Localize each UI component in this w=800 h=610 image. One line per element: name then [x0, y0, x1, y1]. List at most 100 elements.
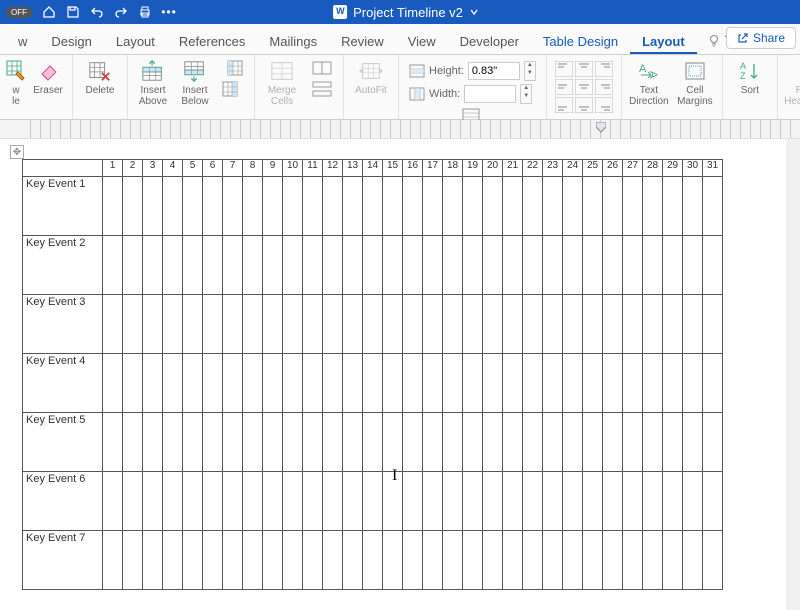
day-cell[interactable] — [503, 413, 523, 472]
day-cell[interactable] — [523, 354, 543, 413]
day-cell[interactable] — [523, 413, 543, 472]
day-header[interactable]: 23 — [543, 160, 563, 177]
delete-button[interactable]: Delete — [79, 59, 121, 96]
day-cell[interactable] — [543, 413, 563, 472]
day-cell[interactable] — [683, 236, 703, 295]
day-cell[interactable] — [603, 354, 623, 413]
day-cell[interactable] — [423, 472, 443, 531]
day-header[interactable]: 24 — [563, 160, 583, 177]
day-cell[interactable] — [463, 295, 483, 354]
day-cell[interactable] — [523, 531, 543, 590]
day-cell[interactable] — [423, 531, 443, 590]
split-cells-button[interactable] — [311, 59, 333, 77]
day-cell[interactable] — [183, 236, 203, 295]
day-cell[interactable] — [603, 472, 623, 531]
day-cell[interactable] — [183, 531, 203, 590]
day-cell[interactable] — [443, 413, 463, 472]
day-cell[interactable] — [543, 236, 563, 295]
day-cell[interactable] — [223, 236, 243, 295]
day-header[interactable]: 7 — [223, 160, 243, 177]
sort-button[interactable]: AZ Sort — [729, 59, 771, 96]
day-cell[interactable] — [163, 531, 183, 590]
event-label-cell[interactable]: Key Event 7 — [23, 531, 103, 590]
day-cell[interactable] — [223, 295, 243, 354]
day-cell[interactable] — [483, 236, 503, 295]
day-header[interactable]: 31 — [703, 160, 723, 177]
day-header[interactable]: 19 — [463, 160, 483, 177]
day-cell[interactable] — [483, 472, 503, 531]
autofit-button[interactable]: AutoFit — [350, 59, 392, 96]
day-cell[interactable] — [163, 354, 183, 413]
day-cell[interactable] — [363, 354, 383, 413]
day-cell[interactable] — [143, 413, 163, 472]
day-cell[interactable] — [123, 413, 143, 472]
day-cell[interactable] — [703, 295, 723, 354]
day-header[interactable]: 4 — [163, 160, 183, 177]
day-cell[interactable] — [163, 177, 183, 236]
tab-layout[interactable]: Layout — [104, 28, 167, 54]
day-cell[interactable] — [243, 531, 263, 590]
day-cell[interactable] — [323, 236, 343, 295]
day-cell[interactable] — [343, 236, 363, 295]
day-cell[interactable] — [443, 354, 463, 413]
day-cell[interactable] — [643, 413, 663, 472]
day-cell[interactable] — [303, 295, 323, 354]
day-cell[interactable] — [363, 531, 383, 590]
day-cell[interactable] — [563, 472, 583, 531]
day-cell[interactable] — [223, 531, 243, 590]
day-cell[interactable] — [443, 295, 463, 354]
day-cell[interactable] — [603, 295, 623, 354]
table-move-handle[interactable]: ✥ — [10, 145, 24, 159]
day-cell[interactable] — [663, 413, 683, 472]
day-cell[interactable] — [443, 531, 463, 590]
day-cell[interactable] — [363, 413, 383, 472]
day-cell[interactable] — [303, 177, 323, 236]
day-header[interactable]: 27 — [623, 160, 643, 177]
day-cell[interactable] — [123, 295, 143, 354]
day-cell[interactable] — [583, 236, 603, 295]
day-cell[interactable] — [623, 531, 643, 590]
day-cell[interactable] — [663, 177, 683, 236]
day-cell[interactable] — [483, 295, 503, 354]
print-icon[interactable] — [138, 5, 152, 19]
day-cell[interactable] — [623, 177, 643, 236]
height-input[interactable] — [468, 62, 520, 80]
day-cell[interactable] — [403, 354, 423, 413]
day-cell[interactable] — [683, 354, 703, 413]
day-cell[interactable] — [283, 177, 303, 236]
day-cell[interactable] — [603, 177, 623, 236]
day-cell[interactable] — [543, 295, 563, 354]
day-cell[interactable] — [103, 472, 123, 531]
home-icon[interactable] — [42, 5, 56, 19]
day-cell[interactable] — [523, 295, 543, 354]
day-header[interactable]: 12 — [323, 160, 343, 177]
day-cell[interactable] — [483, 354, 503, 413]
day-cell[interactable] — [403, 236, 423, 295]
day-cell[interactable] — [123, 177, 143, 236]
day-header[interactable]: 14 — [363, 160, 383, 177]
day-cell[interactable] — [103, 295, 123, 354]
day-cell[interactable] — [123, 472, 143, 531]
day-cell[interactable] — [283, 295, 303, 354]
day-cell[interactable] — [323, 354, 343, 413]
day-cell[interactable] — [383, 236, 403, 295]
day-cell[interactable] — [403, 413, 423, 472]
height-spinner[interactable]: ▲▼ — [524, 61, 536, 81]
day-cell[interactable] — [143, 295, 163, 354]
day-cell[interactable] — [543, 472, 563, 531]
day-cell[interactable] — [203, 295, 223, 354]
day-cell[interactable] — [703, 354, 723, 413]
day-cell[interactable] — [463, 472, 483, 531]
day-cell[interactable] — [623, 236, 643, 295]
day-cell[interactable] — [243, 472, 263, 531]
day-cell[interactable] — [223, 177, 243, 236]
day-header[interactable]: 20 — [483, 160, 503, 177]
day-header[interactable]: 18 — [443, 160, 463, 177]
day-cell[interactable] — [303, 472, 323, 531]
day-cell[interactable] — [503, 295, 523, 354]
day-cell[interactable] — [143, 236, 163, 295]
repeat-header-button[interactable]: Repeat Header Row — [784, 59, 800, 107]
save-icon[interactable] — [66, 5, 80, 19]
tab-draw-partial[interactable]: w — [6, 28, 39, 54]
day-cell[interactable] — [503, 531, 523, 590]
